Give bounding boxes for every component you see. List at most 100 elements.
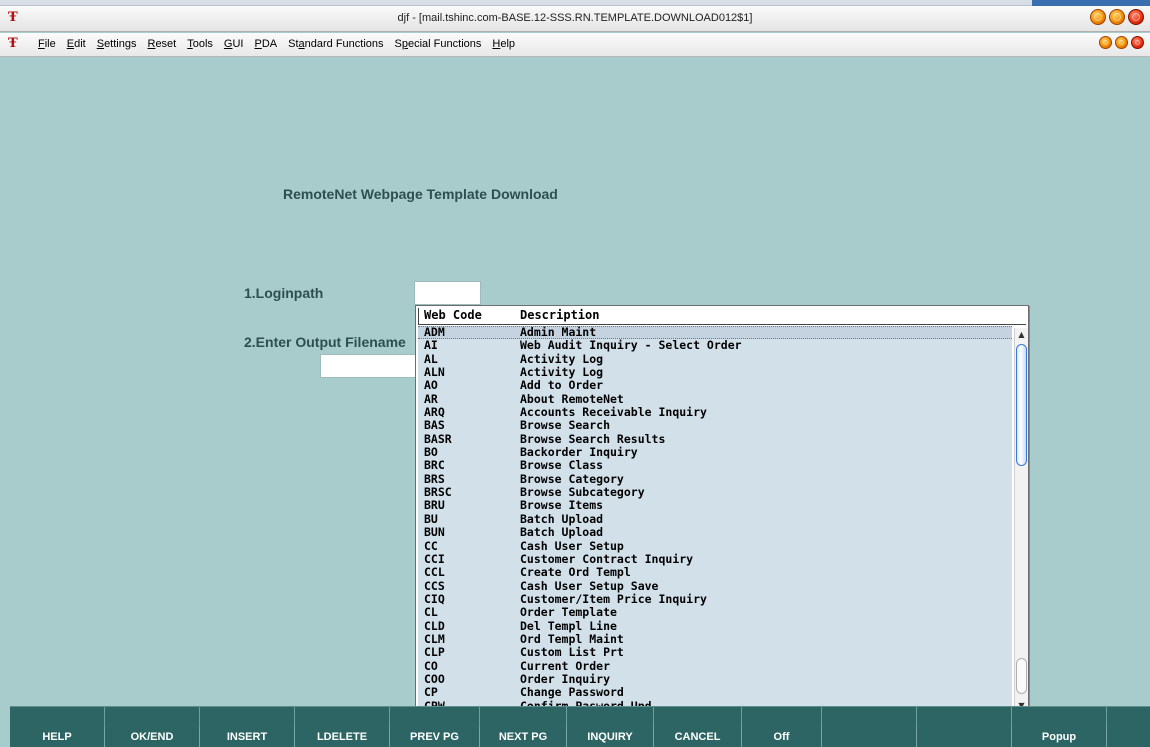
list-item[interactable]: CC Cash User Setup (418, 538, 1012, 553)
description: Cash User Setup Save (520, 578, 659, 593)
list-item[interactable]: ADM Admin Maint (418, 326, 1012, 340)
fkey-prev-pg[interactable]: PREV PG (390, 727, 480, 747)
vertical-scrollbar[interactable]: ▲ ▼ (1014, 328, 1028, 712)
menu-text-pre: St (288, 38, 299, 50)
list-item[interactable]: BRSC Browse Subcategory (418, 485, 1012, 500)
scroll-track-grip[interactable] (1016, 658, 1027, 694)
fkey-top-cell (654, 707, 742, 728)
fkey-cancel[interactable]: CANCEL (654, 727, 742, 747)
fkey-help[interactable]: HELP (10, 727, 105, 747)
list-item[interactable]: CP Change Password (418, 685, 1012, 699)
list-item[interactable]: CCS Cash User Setup Save (418, 578, 1012, 593)
list-item[interactable]: BAS Browse Search (418, 419, 1012, 433)
fkey-blank-9[interactable] (822, 727, 917, 747)
web-code: BO (424, 445, 438, 460)
web-code: CC (424, 538, 438, 553)
list-item[interactable]: CLD Del Templ Line (418, 618, 1012, 633)
web-code: CCL (424, 565, 445, 580)
menu-item-6[interactable]: PDA (250, 38, 281, 50)
web-code: BU (424, 511, 438, 526)
menu-item-4[interactable]: Tools (183, 38, 217, 50)
list-item[interactable]: ARQ Accounts Receivable Inquiry (418, 405, 1012, 420)
menu-item-8[interactable]: Special Functions (391, 38, 486, 50)
doc-close-button[interactable] (1131, 36, 1144, 49)
menu-item-2[interactable]: Settings (93, 38, 141, 50)
list-item[interactable]: COO Order Inquiry (418, 671, 1012, 686)
menu-item-3[interactable]: Reset (143, 38, 180, 50)
fkey-insert[interactable]: INSERT (200, 727, 295, 747)
web-code: COO (424, 671, 445, 686)
loginpath-label: 1.Loginpath (244, 285, 324, 301)
list-item[interactable]: CL Order Template (418, 605, 1012, 620)
list-item[interactable]: BRC Browse Class (418, 458, 1012, 473)
web-code: BRSC (424, 485, 452, 500)
menu-item-5[interactable]: GUI (220, 38, 248, 50)
list-item[interactable]: BO Backorder Inquiry (418, 445, 1012, 460)
list-item[interactable]: AR About RemoteNet (418, 392, 1012, 406)
list-item[interactable]: BRU Browse Items (418, 498, 1012, 513)
doc-maximize-button[interactable] (1115, 36, 1128, 49)
description: Browse Class (520, 458, 604, 473)
menu-text-post: UI (232, 38, 244, 50)
list-item[interactable]: CLM Ord Templ Maint (418, 631, 1012, 646)
fkey-off[interactable]: Off (742, 727, 822, 747)
fkey-ldelete[interactable]: LDELETE (295, 727, 390, 747)
web-code: ARQ (424, 405, 445, 420)
minimize-button[interactable] (1090, 9, 1106, 25)
scroll-up-arrow-icon[interactable]: ▲ (1015, 328, 1028, 341)
menu-text-post: DA (261, 38, 278, 50)
scroll-thumb[interactable] (1016, 344, 1027, 466)
fkey-blank-10[interactable] (917, 727, 1012, 747)
fkey-popup[interactable]: Popup (1012, 727, 1107, 747)
maximize-button[interactable] (1109, 9, 1125, 25)
popup-header: Web Code Description (418, 308, 1026, 325)
web-code-popup: Web Code Description ADM Admin Maint AI Web… (415, 305, 1029, 728)
window-title: djf - [mail.tshinc.com-BASE.12-SSS.RN.TE… (397, 12, 753, 24)
fkey-next-pg[interactable]: NEXT PG (480, 727, 567, 747)
list-item[interactable]: AI Web Audit Inquiry - Select Order (418, 338, 1012, 352)
menu-mnemonic: E (66, 38, 75, 50)
fkey-top-cell (567, 707, 654, 728)
web-code: CL (424, 605, 438, 620)
list-item[interactable]: BU Batch Upload (418, 511, 1012, 526)
web-code: BRS (424, 471, 445, 486)
menu-item-7[interactable]: Standard Functions (284, 38, 387, 50)
description: Batch Upload (520, 511, 604, 526)
list-item[interactable]: CIQ Customer/Item Price Inquiry (418, 592, 1012, 606)
list-item[interactable]: CCL Create Ord Templ (418, 565, 1012, 580)
doc-minimize-button[interactable] (1099, 36, 1112, 49)
loginpath-input[interactable] (414, 281, 481, 305)
list-item[interactable]: AL Activity Log (418, 351, 1012, 366)
list-item[interactable]: CO Current Order (418, 658, 1012, 673)
document-icon[interactable]: Ŧ (8, 35, 22, 53)
web-code: CLM (424, 631, 445, 646)
menu-text-post: ettings (104, 38, 137, 50)
web-code: AL (424, 351, 438, 366)
list-item[interactable]: CCI Customer Contract Inquiry (418, 552, 1012, 566)
fkey-inquiry[interactable]: INQUIRY (567, 727, 654, 747)
menu-item-9[interactable]: Help (488, 38, 519, 50)
col-description-header: Description (520, 308, 600, 322)
list-item[interactable]: CLP Custom List Prt (418, 645, 1012, 659)
list-item[interactable]: BASR Browse Search Results (418, 432, 1012, 446)
web-code: BUN (424, 525, 445, 540)
description: Browse Items (520, 498, 604, 513)
description: Order Inquiry (520, 671, 611, 686)
close-button[interactable] (1128, 9, 1144, 25)
description: Current Order (520, 658, 611, 673)
window-controls (1090, 9, 1144, 25)
menu-text-post: ecial Functions (408, 38, 482, 50)
fkey-ok-end[interactable]: OK/END (105, 727, 200, 747)
list-item[interactable]: ALN Activity Log (418, 365, 1012, 379)
menu-item-0[interactable]: File (34, 38, 60, 50)
menu-item-1[interactable]: Edit (63, 38, 90, 50)
description: Admin Maint (520, 326, 597, 339)
web-code-list[interactable]: ADM Admin Maint AI Web Audit Inquiry - Sele… (418, 326, 1012, 713)
fkey-top-cell (105, 707, 200, 728)
list-item[interactable]: BRS Browse Category (418, 471, 1012, 486)
list-item[interactable]: BUN Batch Upload (418, 525, 1012, 540)
list-item[interactable]: AO Add to Order (418, 379, 1012, 393)
output-filename-input[interactable] (320, 354, 420, 378)
output-filename-label: 2.Enter Output Filename (244, 334, 406, 350)
web-code: CLD (424, 618, 445, 633)
